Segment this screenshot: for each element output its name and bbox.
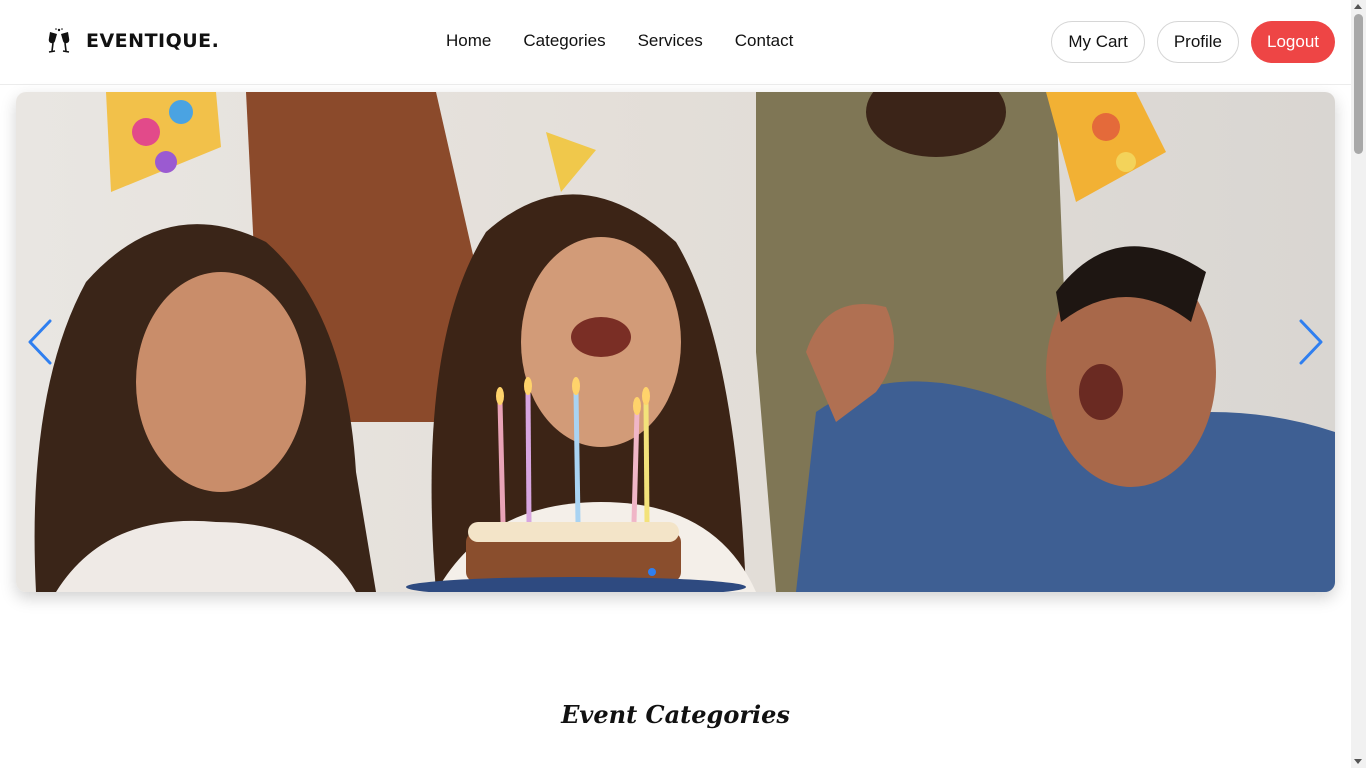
birthday-party-photo [16, 92, 1335, 592]
nav-actions: My Cart Profile Logout [1051, 21, 1335, 63]
main-nav: Home Categories Services Contact [446, 31, 793, 51]
brand-name: EVENTIQUE. [86, 30, 220, 52]
profile-button[interactable]: Profile [1156, 21, 1239, 63]
navbar: EVENTIQUE. Home Categories Services Cont… [0, 0, 1351, 85]
carousel-indicators [648, 568, 656, 576]
scrollbar-thumb[interactable] [1354, 14, 1363, 154]
nav-contact[interactable]: Contact [735, 31, 794, 51]
hero-carousel [16, 92, 1335, 592]
nav-home[interactable]: Home [446, 31, 491, 51]
page-scrollbar[interactable] [1351, 0, 1366, 768]
champagne-glasses-icon [48, 28, 70, 53]
my-cart-button[interactable]: My Cart [1051, 21, 1145, 63]
logout-button[interactable]: Logout [1251, 21, 1335, 63]
scroll-down-arrow-icon[interactable] [1354, 759, 1362, 764]
nav-categories[interactable]: Categories [523, 31, 605, 51]
carousel-dot-active[interactable] [648, 568, 656, 576]
page: EVENTIQUE. Home Categories Services Cont… [0, 0, 1351, 768]
event-categories-heading: Event Categories [561, 700, 790, 729]
brand[interactable]: EVENTIQUE. [46, 27, 219, 55]
scroll-up-arrow-icon[interactable] [1354, 4, 1362, 9]
chevron-right-icon[interactable] [1295, 317, 1325, 367]
nav-services[interactable]: Services [638, 31, 703, 51]
chevron-left-icon[interactable] [26, 317, 56, 367]
